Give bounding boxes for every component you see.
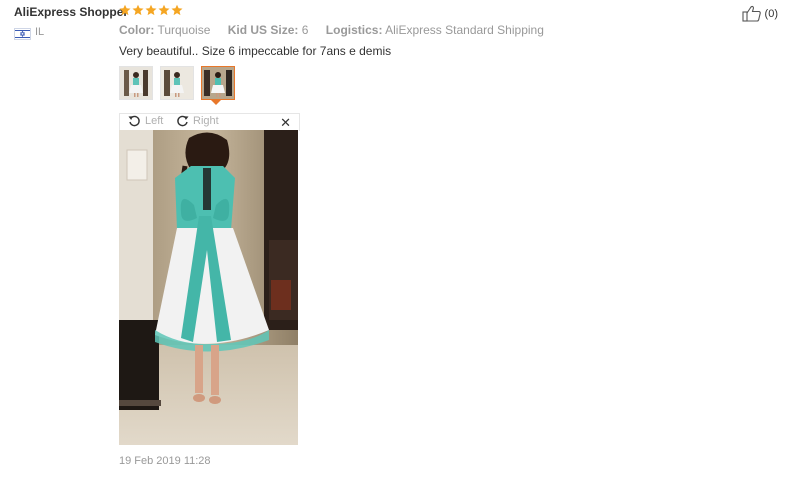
active-thumbnail-indicator <box>210 99 222 105</box>
rotate-left-label: Left <box>145 114 164 127</box>
color-label: Color: <box>119 23 155 37</box>
rotate-left-button[interactable]: Left <box>128 114 163 127</box>
size-value: 6 <box>301 23 309 37</box>
color-value: Turquoise <box>157 23 211 37</box>
rotate-left-icon <box>128 115 140 127</box>
order-info: Color: Turquoise Kid US Size: 6 Logistic… <box>119 23 544 37</box>
reviewer-name: AliExpress Shopper <box>14 5 129 19</box>
review-image-thumbnail-1[interactable] <box>119 66 153 100</box>
helpful-button[interactable]: (0) <box>741 5 778 22</box>
close-icon[interactable]: ✕ <box>280 115 291 131</box>
image-viewer-toolbar: Left Right ✕ <box>119 113 300 131</box>
rotate-right-label: Right <box>193 114 219 127</box>
star-icon <box>158 4 170 16</box>
logistics-value: AliExpress Standard Shipping <box>385 23 544 37</box>
star-icon <box>145 4 157 16</box>
country-flag-icon <box>14 28 31 40</box>
review-image-thumbnails <box>119 66 235 100</box>
logistics-label: Logistics: <box>325 23 383 37</box>
helpful-count: (0) <box>764 7 778 20</box>
star-icon <box>171 4 183 16</box>
rotate-right-icon <box>177 115 189 127</box>
review-photo[interactable] <box>119 130 298 445</box>
rotate-right-button[interactable]: Right <box>176 114 219 127</box>
review-date: 19 Feb 2019 11:28 <box>119 455 211 467</box>
size-label: Kid US Size: <box>227 23 299 37</box>
review-image-thumbnail-3[interactable] <box>201 66 235 100</box>
review-text: Very beautiful.. Size 6 impeccable for 7… <box>119 44 392 58</box>
thumbs-up-icon <box>741 5 761 22</box>
star-icon <box>119 4 131 16</box>
review-image-thumbnail-2[interactable] <box>160 66 194 100</box>
reviewer-country: IL <box>35 26 45 38</box>
star-icon <box>132 4 144 16</box>
rating-stars <box>119 4 183 16</box>
